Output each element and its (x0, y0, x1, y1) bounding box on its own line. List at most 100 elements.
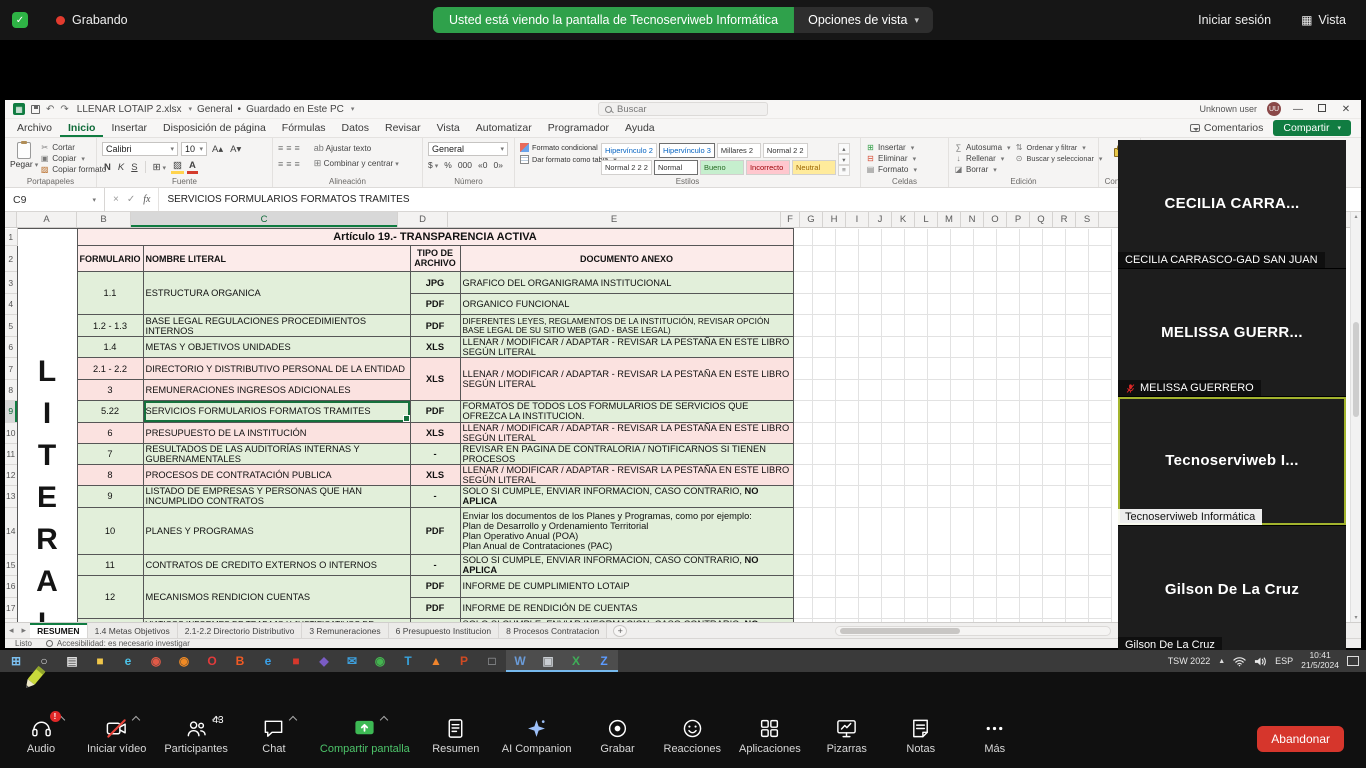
toolbar-whiteboards-button[interactable]: Pizarras (819, 716, 875, 755)
cell[interactable] (1019, 401, 1042, 422)
cell[interactable] (1088, 554, 1111, 575)
cell[interactable] (1088, 443, 1111, 464)
leave-button[interactable]: Abandonar (1257, 726, 1344, 752)
accessibility-status[interactable]: Accesibilidad: es necesario investigar (46, 639, 190, 648)
insert-function-icon[interactable]: fx (143, 194, 150, 205)
saved-status[interactable]: Guardado en Este PC (246, 104, 344, 115)
column-header-B[interactable]: B (77, 212, 131, 227)
participant-tile-4[interactable]: Gilson De La CruzGilson De La Cruz (1118, 526, 1346, 654)
notification-center-icon[interactable] (1347, 656, 1359, 666)
language-indicator[interactable]: ESP (1275, 656, 1293, 666)
cell[interactable] (812, 597, 835, 618)
cell[interactable] (1019, 443, 1042, 464)
cell[interactable] (973, 229, 996, 246)
font-size-select[interactable]: 10▾ (181, 142, 207, 156)
cell[interactable] (1042, 294, 1065, 315)
cell[interactable] (973, 507, 996, 554)
column-header-M[interactable]: M (938, 212, 961, 227)
column-header-Q[interactable]: Q (1030, 212, 1053, 227)
cell[interactable] (996, 401, 1019, 422)
cell-B15[interactable]: 11 (77, 554, 143, 575)
cell[interactable] (1042, 358, 1065, 380)
cell[interactable] (1042, 443, 1065, 464)
column-header-H[interactable]: H (823, 212, 846, 227)
cell[interactable] (835, 443, 858, 464)
cell[interactable] (1019, 422, 1042, 443)
cell[interactable] (927, 229, 950, 246)
cell-D10[interactable]: XLS (410, 422, 460, 443)
cell[interactable] (1088, 422, 1111, 443)
cell-B8[interactable]: 3 (77, 380, 143, 401)
cell[interactable] (1042, 380, 1065, 401)
cell-E10[interactable]: LLENAR / MODIFICAR / ADAPTAR - REVISAR L… (460, 422, 793, 443)
cell[interactable] (1088, 380, 1111, 401)
style-hipervinculo-3[interactable]: Hipervínculo 3 (659, 143, 715, 158)
cell[interactable] (1088, 246, 1111, 272)
chevron-up-icon[interactable] (380, 716, 388, 724)
cell[interactable] (793, 443, 812, 464)
sort-filter-button[interactable]: ⇅Ordenar y filtrar▾ (1015, 143, 1103, 152)
cell-B11[interactable]: 7 (77, 443, 143, 464)
shrink-font-button[interactable]: A▾ (228, 144, 243, 155)
cell[interactable] (1019, 575, 1042, 597)
sensitivity-label[interactable]: General (197, 104, 233, 115)
cell[interactable] (927, 358, 950, 380)
taskbar-file-explorer-icon[interactable]: ■ (86, 650, 114, 672)
toolbar-participants-button[interactable]: 43Participantes (164, 716, 228, 755)
cell-E4[interactable]: ORGANICO FUNCIONAL (460, 294, 793, 315)
cell[interactable] (996, 229, 1019, 246)
cell[interactable] (1042, 315, 1065, 337)
cell[interactable] (1088, 294, 1111, 315)
cell-C6[interactable]: METAS Y OBJETIVOS UNIDADES (143, 337, 410, 358)
cell[interactable] (996, 422, 1019, 443)
cell[interactable] (1042, 337, 1065, 358)
horizontal-scrollbar[interactable] (835, 626, 1111, 636)
merge-center-button[interactable]: ⊞ Combinar y centrar▾ (314, 158, 399, 169)
cell[interactable] (858, 294, 881, 315)
cell[interactable] (858, 315, 881, 337)
horizontal-scrollbar-thumb[interactable] (840, 628, 960, 634)
cell[interactable] (812, 443, 835, 464)
cell-E7[interactable]: LLENAR / MODIFICAR / ADAPTAR - REVISAR L… (460, 358, 793, 401)
cell[interactable] (1065, 358, 1088, 380)
cell-D15[interactable]: - (410, 554, 460, 575)
cell[interactable] (927, 246, 950, 272)
clear-button[interactable]: ◪Borrar▾ (954, 165, 1011, 174)
cell[interactable] (1042, 597, 1065, 618)
cell[interactable] (973, 422, 996, 443)
cell[interactable] (1088, 229, 1111, 246)
cell[interactable] (996, 575, 1019, 597)
cell[interactable] (904, 443, 927, 464)
cell[interactable] (793, 315, 812, 337)
cell[interactable] (858, 358, 881, 380)
fill-button[interactable]: ↓Rellenar▾ (954, 154, 1011, 163)
cell[interactable] (858, 422, 881, 443)
column-header-S[interactable]: S (1076, 212, 1099, 227)
column-header-O[interactable]: O (984, 212, 1007, 227)
cell[interactable] (1065, 337, 1088, 358)
cell[interactable] (950, 597, 973, 618)
cell[interactable] (1042, 401, 1065, 422)
cell[interactable] (927, 507, 950, 554)
cell[interactable] (1065, 246, 1088, 272)
cell[interactable] (927, 315, 950, 337)
cell[interactable] (904, 229, 927, 246)
cell-D6[interactable]: XLS (410, 337, 460, 358)
cell[interactable] (881, 575, 904, 597)
toolbar-audio-button[interactable]: !Audio (13, 716, 69, 755)
taskbar-firefox-icon[interactable]: ◉ (170, 650, 198, 672)
volume-icon[interactable] (1254, 656, 1267, 667)
sheet-nav-right-icon[interactable]: ▸ (18, 625, 31, 636)
cell[interactable] (812, 229, 835, 246)
style-normal-2-2[interactable]: Normal 2 2 (763, 143, 808, 158)
toolbar-more-button[interactable]: Más (967, 716, 1023, 755)
participant-tile-1[interactable]: CECILIA CARRA...CECILIA CARRASCO-GAD SAN… (1118, 140, 1346, 268)
row-header-15[interactable]: 15 (5, 554, 17, 575)
cell[interactable] (881, 380, 904, 401)
sheet-tab-1-4-metas-objetivos[interactable]: 1.4 Metas Objetivos (88, 623, 178, 638)
chevron-up-icon[interactable] (289, 716, 297, 724)
cell[interactable] (812, 315, 835, 337)
cell[interactable] (1019, 337, 1042, 358)
cell[interactable] (835, 554, 858, 575)
cell[interactable] (1019, 315, 1042, 337)
